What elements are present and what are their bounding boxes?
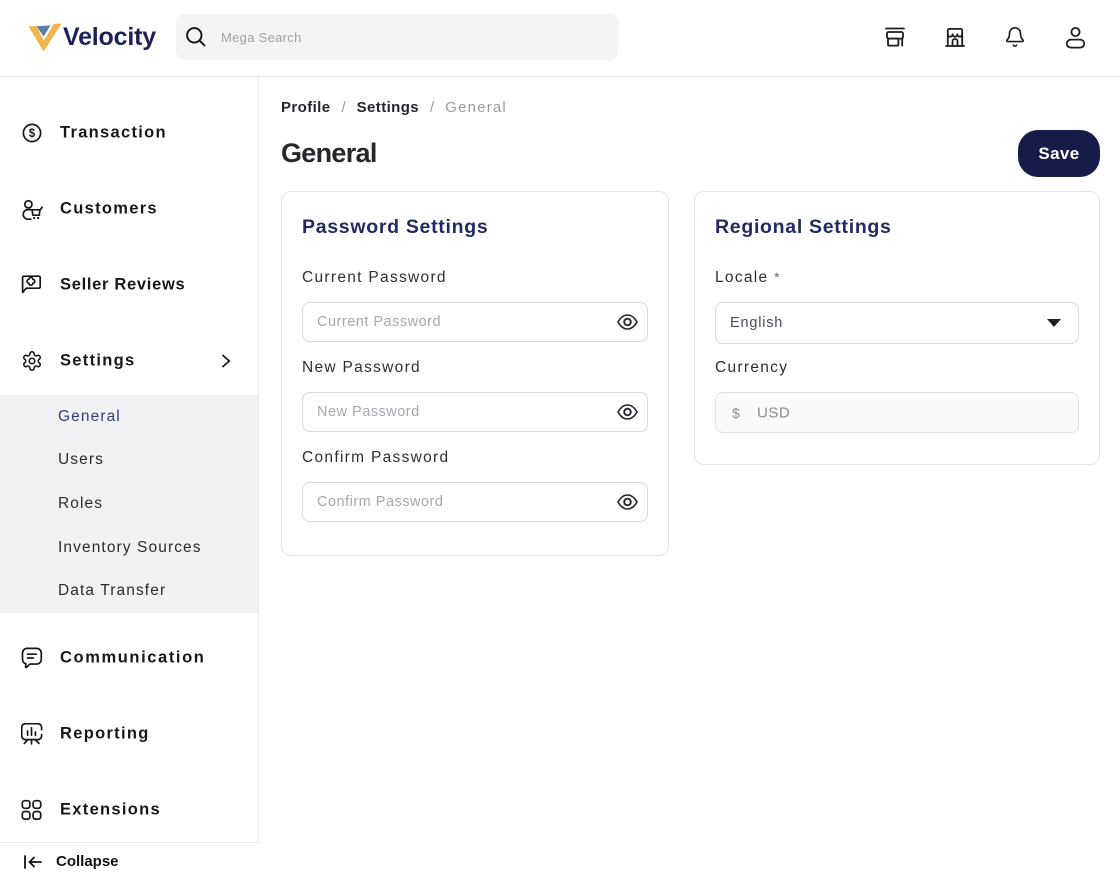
svg-text:$: $ [29, 128, 36, 140]
